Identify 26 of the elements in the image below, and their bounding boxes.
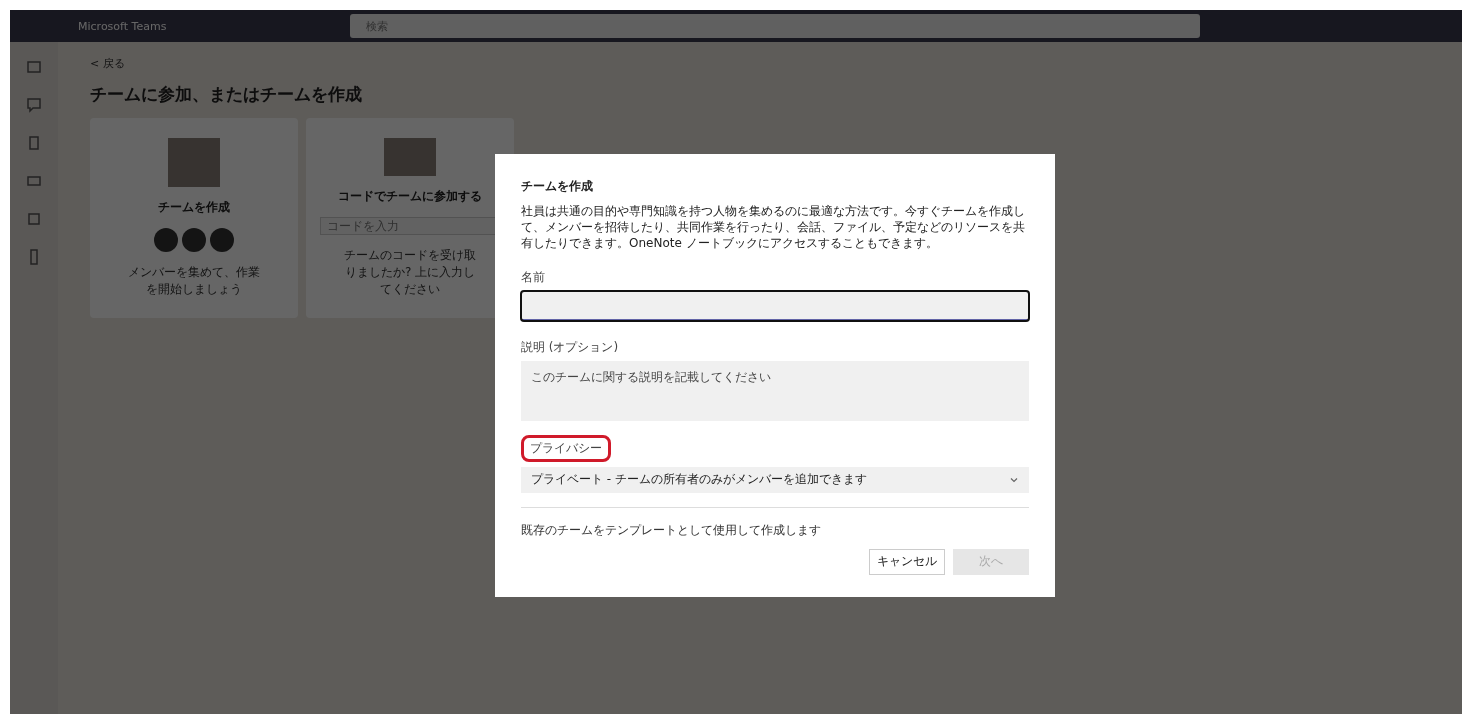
avatar-icon [154, 228, 178, 252]
field-label: 名前 [521, 268, 545, 286]
field-label: 説明 (オプション) [521, 338, 619, 356]
privacy-select[interactable]: プライベート - チームの所有者のみがメンバーを追加できます [521, 466, 1029, 493]
name-field[interactable] [521, 290, 1029, 321]
team-image-icon [168, 138, 220, 187]
card-title: チームを作成 [158, 199, 230, 216]
avatar-icon [182, 228, 206, 252]
nav-icon[interactable] [25, 210, 43, 228]
code-icon [384, 138, 436, 176]
app-title: Microsoft Teams [77, 19, 168, 33]
description-field[interactable]: このチームに関する説明を記載してください [521, 360, 1029, 421]
dialog-title: チームを作成 [521, 177, 594, 195]
nav-icon[interactable] [25, 96, 43, 114]
template-link[interactable]: 既存のチームをテンプレートとして使用して作成します [521, 521, 1029, 539]
privacy-label: プライバシー [521, 434, 611, 462]
card-title: コードでチームに参加する [338, 187, 482, 205]
page-title: チームに参加、またはチームを作成 [90, 83, 363, 106]
nav-icon[interactable] [25, 58, 43, 76]
cancel-button[interactable]: キャンセル [869, 548, 945, 575]
card-caption: メンバーを集めて、作業を開始しましょう [127, 264, 261, 298]
back-link[interactable]: < 戻る [90, 56, 1430, 71]
avatar-icon [210, 228, 234, 252]
team-card[interactable]: チームを作成 メンバーを集めて、作業を開始しましょう [90, 118, 298, 318]
card-caption: チームのコードを受け取りましたか? 上に入力してください [343, 247, 477, 298]
dialog-description: 社員は共通の目的や専門知識を持つ人物を集めるのに最適な方法です。今すぐチームを作成して、メンバーを招待したり、共同作業を行ったり、会話、ファイル、予定などのリソースを共有したりできます。OneNote ノートブックにアクセスすることもできます。 [521, 202, 1026, 251]
